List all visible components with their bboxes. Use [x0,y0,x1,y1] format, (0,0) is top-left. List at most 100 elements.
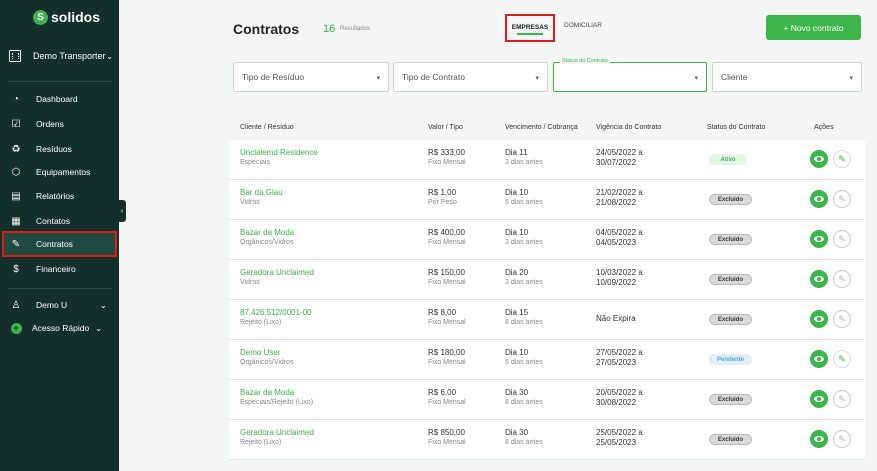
sidebar-item-contratos[interactable]: ✎ Contratos [2,231,117,257]
sidebar-item-equipamentos[interactable]: ⬡ Equipamentos [4,161,115,183]
validity-start: 25/05/2022 a [596,428,643,437]
client-select[interactable]: Cliente ▾ [712,62,862,92]
dropdown-arrow-icon: ▾ [694,75,698,82]
edit-button[interactable]: ✎ [833,270,851,288]
status-badge: Excluído [709,314,753,325]
view-button[interactable] [810,270,828,288]
sidebar-item-dashboard[interactable]: ◔ Dashboard [4,88,115,110]
column-header-value: Valor / Tipo [428,124,463,131]
client-cell[interactable]: Geradora Unclaimed Vidros [240,268,314,288]
quick-access-label: Acesso Rápido [32,323,90,333]
value-cell: R$ 6,00 Fixo Mensal [428,388,466,408]
client-cell[interactable]: Bar da Glau Vidros [240,188,283,208]
waste-type: Vidros [240,199,260,206]
edit-button[interactable]: ✎ [833,150,851,168]
charge-notice: 5 dias antes [505,359,543,366]
due-day: Dia 10 [505,348,529,357]
client-cell[interactable]: Bazar da Moda Especiais/Rejeito (Lixo) [240,388,313,408]
table-row[interactable]: Geradora Unclaimed Vidros R$ 150,00 Fixo Me… [229,260,865,300]
client-name[interactable]: Bazar da Moda [240,228,294,237]
charge-notice: 5 dias antes [505,199,543,206]
sidebar-item-ordens[interactable]: ☑ Ordens [4,113,115,135]
new-contract-button[interactable]: + Novo contrato [766,15,861,40]
results-label: Resultados [340,26,371,32]
view-button[interactable] [810,310,828,328]
quick-access-menu[interactable]: + Acesso Rápido ⌄ [4,317,115,339]
user-menu[interactable]: ♙ Demo U ⌄ [4,294,115,316]
client-name[interactable]: Geradora Unclaimed [240,268,314,277]
client-name[interactable]: Unclaiemd Residence [240,148,318,157]
table-row[interactable]: Geradora Unclaimed Rejeito (Lixo) R$ 850,0… [229,420,865,460]
contract-status-select[interactable]: Status do Contrato ▾ [553,58,707,92]
edit-button[interactable]: ✎ [833,430,851,448]
table-row[interactable]: Bazar da Moda Especiais/Rejeito (Lixo) R$ … [229,380,865,420]
active-tab-indicator [517,33,543,35]
value-cell: R$ 150,00 Fixo Mensal [428,268,466,288]
table-row[interactable]: Bar da Glau Vidros R$ 1,00 Por Peso Dia 10 5 … [229,180,865,220]
validity-start: 20/05/2022 a [596,388,643,397]
due-cell: Dia 11 3 dias antes [505,148,543,168]
table-row[interactable]: Bazar da Moda Orgânicos/Vidros R$ 400,00 Fi… [229,220,865,260]
validity-cell: 10/03/2022 a 10/09/2022 [596,268,643,288]
table-row[interactable]: Demo User Orgânicos/Vidros R$ 180,00 Fixo M… [229,340,865,380]
waste-type: Rejeito (Lixo) [240,319,282,326]
sidebar-item-financeiro[interactable]: $ Financeiro [4,258,115,280]
table-row[interactable]: Unclaiemd Residence Especiais R$ 333,00 Fix… [229,140,865,180]
charge-notice: 3 dias antes [505,279,543,286]
view-button[interactable] [810,350,828,368]
client-name[interactable]: Bazar da Moda [240,388,294,397]
validity-cell: 20/05/2022 a 30/08/2022 [596,388,643,408]
contract-value: R$ 6,00 [428,388,457,397]
validity-end: 25/05/2023 [596,438,637,447]
sidebar-item-contatos[interactable]: ▦ Contatos [4,210,115,232]
contract-value: R$ 400,00 [428,228,465,237]
client-cell[interactable]: Bazar da Moda Orgânicos/Vidros [240,228,294,248]
page-title: Contratos [233,21,300,37]
client-name[interactable]: 87.426.512/0001-00 [240,308,312,317]
client-cell[interactable]: Unclaiemd Residence Especiais [240,148,318,168]
sidebar-item-label: Resíduos [36,144,72,154]
column-header-due: Vencimento / Cobrança [505,124,578,131]
charge-type: Fixo Mensal [428,399,466,406]
status-badge: Excluído [709,394,753,405]
waste-type-placeholder: Tipo de Resíduo [242,72,305,82]
client-cell[interactable]: 87.426.512/0001-00 Rejeito (Lixo) [240,308,312,328]
reports-icon: ▤ [11,190,21,202]
edit-button[interactable]: ✎ [833,230,851,248]
table-row[interactable]: 87.426.512/0001-00 Rejeito (Lixo) R$ 8,00 F… [229,300,865,340]
contract-status-label: Status do Contrato [560,58,610,64]
sidebar-item-label: Dashboard [36,94,78,104]
collapse-sidebar-button[interactable]: ‹ [118,200,126,222]
company-selector[interactable]: Demo Transporter ⌄ [9,35,113,77]
edit-button[interactable]: ✎ [833,190,851,208]
edit-button[interactable]: ✎ [833,350,851,368]
contract-value: R$ 850,00 [428,428,465,437]
sidebar-item-residuos[interactable]: ♻ Resíduos [4,138,115,160]
edit-button[interactable]: ✎ [833,390,851,408]
waste-type-select[interactable]: Tipo de Resíduo ▾ [233,62,389,92]
view-button[interactable] [810,150,828,168]
view-button[interactable] [810,190,828,208]
tab-empresas[interactable]: EMPRESAS [505,14,555,42]
client-name[interactable]: Bar da Glau [240,188,283,197]
sidebar-item-relatorios[interactable]: ▤ Relatórios [4,185,115,207]
edit-button[interactable]: ✎ [833,310,851,328]
client-name[interactable]: Demo User [240,348,280,357]
view-button[interactable] [810,390,828,408]
status-badge: Excluído [709,194,753,205]
client-name[interactable]: Geradora Unclaimed [240,428,314,437]
dropdown-arrow-icon: ▾ [376,75,380,82]
plus-circle-icon: + [10,322,22,334]
validity-cell: 04/05/2022 a 04/05/2023 [596,228,643,248]
client-cell[interactable]: Demo User Orgânicos/Vidros [240,348,294,368]
due-day: Dia 15 [505,308,529,317]
tab-domiciliar[interactable]: DOMICILIAR [560,14,606,42]
view-button[interactable] [810,430,828,448]
pencil-icon: ✎ [838,153,846,164]
charge-notice: 3 dias antes [505,159,543,166]
charge-notice: 3 dias antes [505,239,543,246]
client-cell[interactable]: Geradora Unclaimed Rejeito (Lixo) [240,428,314,448]
contract-type-select[interactable]: Tipo de Contrato ▾ [393,62,548,92]
view-button[interactable] [810,230,828,248]
chevron-down-icon: ⌄ [106,51,113,61]
